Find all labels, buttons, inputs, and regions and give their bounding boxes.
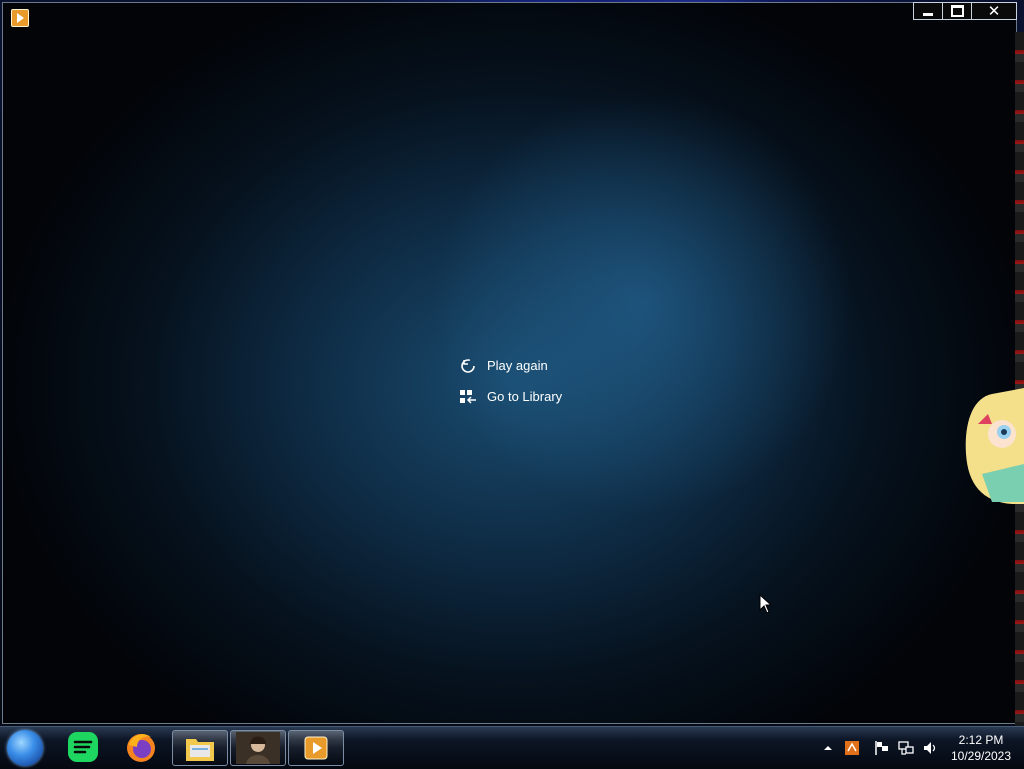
volume-icon[interactable]	[922, 740, 938, 756]
clock-date: 10/29/2023	[950, 749, 1012, 763]
taskbar-spotify[interactable]	[56, 730, 110, 764]
minimize-icon	[923, 12, 933, 16]
close-icon: ✕	[987, 2, 1001, 20]
spotify-icon	[68, 732, 98, 762]
taskbar-firefox[interactable]	[114, 730, 168, 764]
system-clock[interactable]: 2:12 PM 10/29/2023	[946, 732, 1016, 764]
go-to-library-label: Go to Library	[487, 389, 563, 404]
action-center-flag-icon[interactable]	[874, 740, 890, 756]
library-icon	[459, 388, 477, 406]
close-button[interactable]: ✕	[971, 2, 1017, 20]
media-player-app-icon	[11, 9, 29, 27]
network-icon[interactable]	[898, 740, 914, 756]
play-again-label: Play again	[487, 358, 548, 373]
cartoon-character-sticker	[965, 388, 1024, 504]
play-again-button[interactable]: Play again	[459, 350, 562, 381]
desktop-edge-decoration	[1015, 32, 1024, 726]
media-player-window: Play again Go to Library	[2, 2, 1017, 724]
window-titlebar[interactable]	[3, 3, 1016, 33]
app-tray-icon[interactable]	[844, 740, 860, 756]
start-button[interactable]	[7, 730, 43, 766]
taskbar-media-player[interactable]	[288, 730, 344, 766]
portrait-app-icon	[236, 732, 280, 764]
maximize-button[interactable]	[942, 2, 972, 20]
replay-icon	[459, 357, 477, 375]
show-hidden-icons-icon[interactable]	[820, 740, 836, 756]
taskbar: 2:12 PM 10/29/2023	[0, 726, 1024, 769]
firefox-icon	[127, 734, 155, 762]
media-player-icon	[304, 736, 328, 760]
file-explorer-icon	[186, 739, 214, 761]
minimize-button[interactable]	[913, 2, 943, 20]
taskbar-portrait-app[interactable]	[230, 730, 286, 766]
go-to-library-button[interactable]: Go to Library	[459, 381, 562, 412]
mouse-cursor-icon	[759, 594, 773, 614]
end-of-playback-menu: Play again Go to Library	[459, 350, 562, 412]
maximize-icon	[950, 5, 964, 17]
taskbar-file-explorer[interactable]	[172, 730, 228, 766]
window-controls: ✕	[913, 2, 1024, 20]
clock-time: 2:12 PM	[958, 733, 1004, 747]
